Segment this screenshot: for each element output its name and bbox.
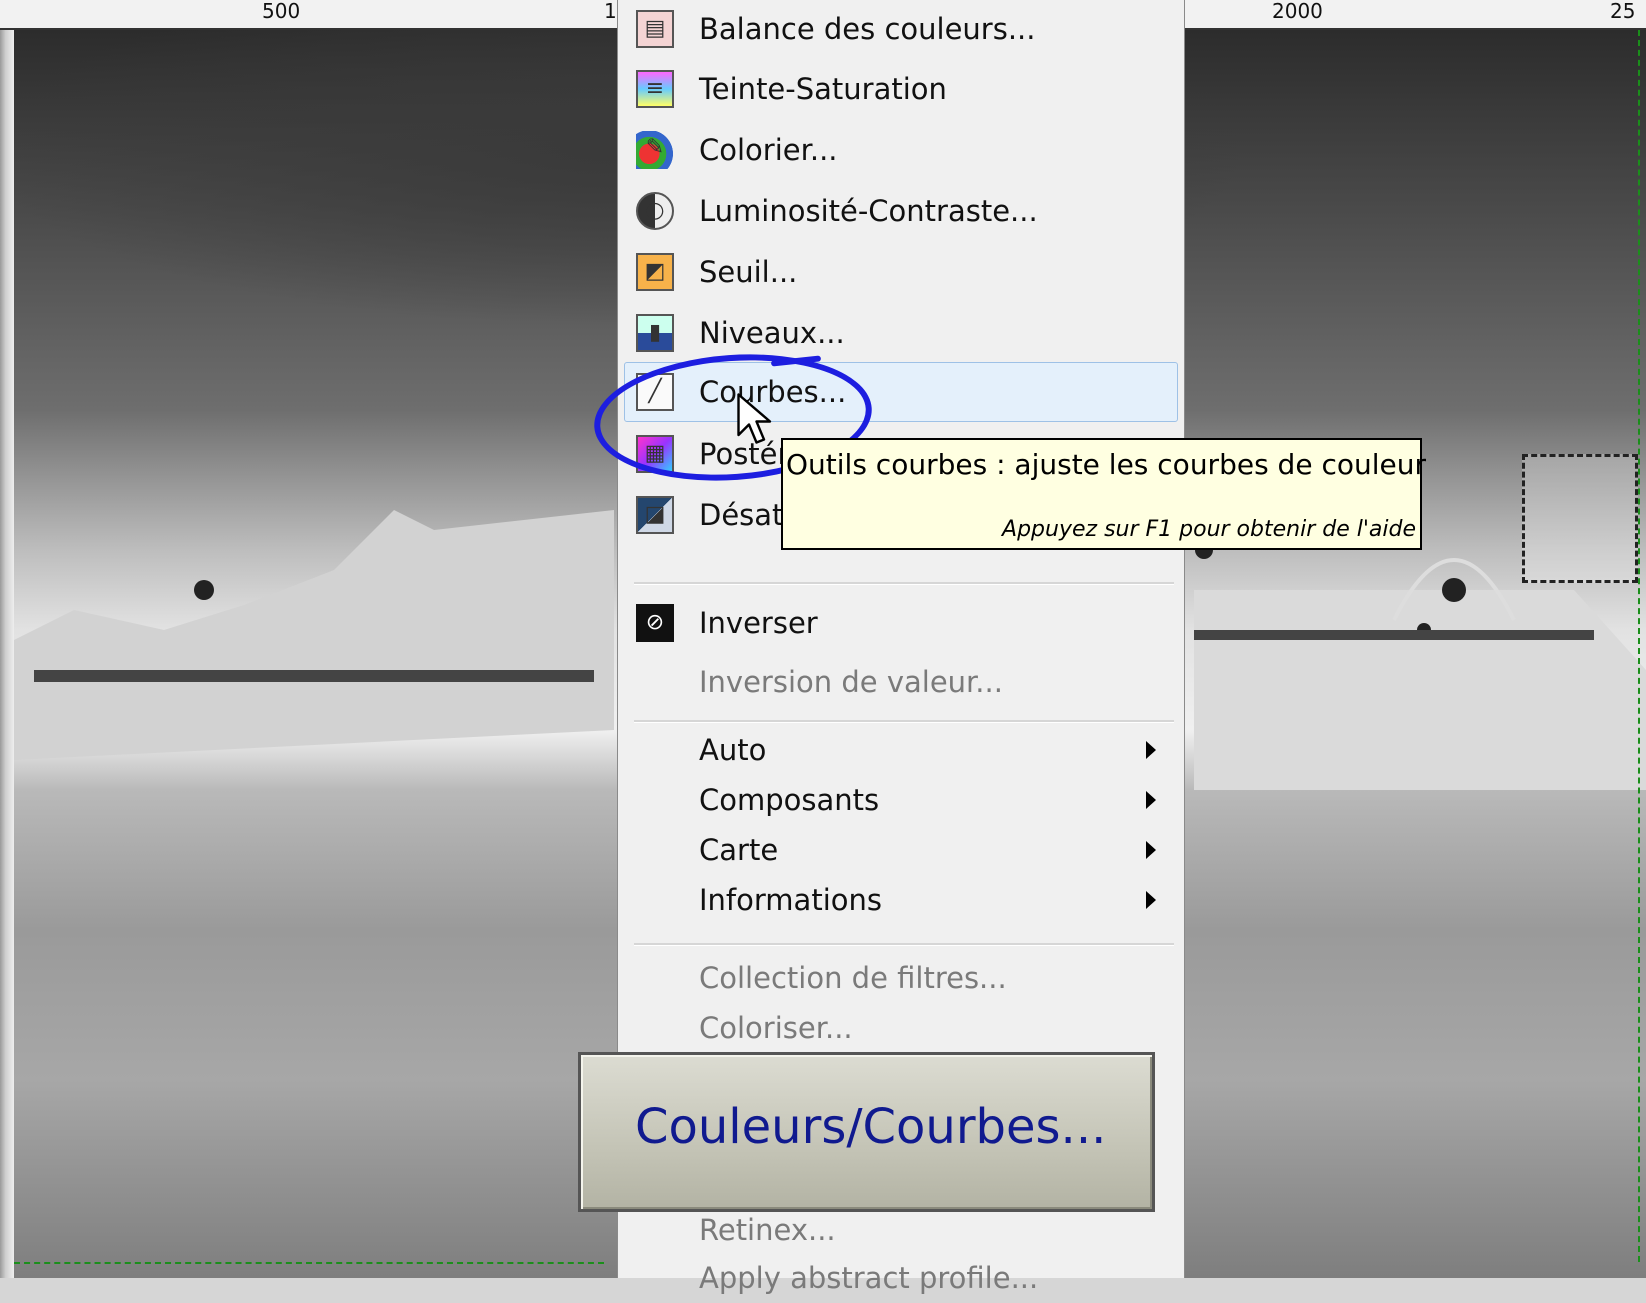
menu-item-colorize[interactable]: ✎ Colorier...: [618, 121, 1184, 179]
menu-item-label: Retinex...: [699, 1213, 836, 1247]
menu-item-label: Seuil...: [699, 255, 798, 289]
menu-item-abstract-profile[interactable]: Apply abstract profile...: [618, 1253, 1184, 1303]
menu-item-invert[interactable]: ⊘ Inverser: [618, 594, 1184, 652]
selection-border: [14, 1262, 604, 1264]
menu-item-map[interactable]: Carte: [618, 825, 1184, 875]
tooltip: Outils courbes : ajuste les courbes de c…: [781, 438, 1426, 550]
menu-item-label: Inversion de valeur...: [699, 665, 1003, 699]
submenu-arrow-icon: [1146, 741, 1156, 759]
menu-item-label: Apply abstract profile...: [699, 1261, 1039, 1295]
menu-separator: [634, 582, 1174, 585]
submenu-arrow-icon: [1146, 841, 1156, 859]
ruler-mark: 1: [604, 0, 617, 23]
menu-item-colorify[interactable]: Coloriser...: [618, 1003, 1184, 1053]
ruler-mark: 25: [1610, 0, 1636, 23]
menu-item-filter-pack[interactable]: Collection de filtres...: [618, 953, 1184, 1003]
caption-banner: Couleurs/Courbes...: [578, 1052, 1155, 1212]
ruler-mark: 2000: [1272, 0, 1323, 23]
menu-item-label: Inverser: [699, 606, 818, 640]
menu-item-label: Colorier...: [699, 133, 838, 167]
submenu-arrow-icon: [1146, 791, 1156, 809]
menu-separator: [634, 943, 1174, 946]
levels-icon: ▮: [636, 314, 674, 352]
color-balance-icon: ▤: [636, 10, 674, 48]
menu-item-label: Coloriser...: [699, 1011, 853, 1045]
hue-saturation-icon: ≡: [636, 70, 674, 108]
menu-item-label: Teinte-Saturation: [699, 72, 947, 106]
tooltip-hint: Appuyez sur F1 pour obtenir de l'aide: [1002, 517, 1416, 542]
menu-item-hue-saturation[interactable]: ≡ Teinte-Saturation: [618, 60, 1184, 118]
ruler-mark: 500: [262, 0, 301, 23]
menu-item-auto[interactable]: Auto: [618, 725, 1184, 775]
menu-item-levels[interactable]: ▮ Niveaux...: [618, 304, 1184, 362]
menu-item-components[interactable]: Composants: [618, 775, 1184, 825]
selection-border: [1638, 30, 1640, 1262]
menu-item-label: Informations: [699, 883, 882, 917]
menu-item-label: Collection de filtres...: [699, 961, 1007, 995]
menu-item-label: Balance des couleurs...: [699, 12, 1036, 46]
caption-text: Couleurs/Courbes...: [635, 1099, 1107, 1155]
tooltip-title: Outils courbes : ajuste les courbes de c…: [786, 448, 1426, 481]
brightness-contrast-icon: ◐: [636, 192, 674, 230]
menu-item-label: Composants: [699, 783, 880, 817]
submenu-arrow-icon: [1146, 891, 1156, 909]
menu-item-label: Luminosité-Contraste...: [699, 194, 1038, 228]
menu-item-brightness-contrast[interactable]: ◐ Luminosité-Contraste...: [618, 182, 1184, 240]
threshold-icon: ◩: [636, 253, 674, 291]
menu-item-label: Carte: [699, 833, 779, 867]
marquee-selection[interactable]: [1522, 454, 1638, 583]
menu-item-retinex[interactable]: Retinex...: [618, 1205, 1184, 1255]
mouse-pointer-icon: [737, 393, 772, 444]
colorize-icon: ✎: [636, 131, 674, 169]
invert-icon: ⊘: [636, 604, 674, 642]
menu-item-value-invert[interactable]: Inversion de valeur...: [618, 653, 1184, 711]
desaturate-icon: ◪: [636, 496, 674, 534]
vertical-ruler: [0, 30, 15, 1278]
menu-item-threshold[interactable]: ◩ Seuil...: [618, 243, 1184, 301]
menu-item-color-balance[interactable]: ▤ Balance des couleurs...: [618, 0, 1184, 58]
menu-item-label: Niveaux...: [699, 316, 845, 350]
menu-item-label: Auto: [699, 733, 767, 767]
menu-item-info[interactable]: Informations: [618, 875, 1184, 925]
menu-separator: [634, 720, 1174, 723]
